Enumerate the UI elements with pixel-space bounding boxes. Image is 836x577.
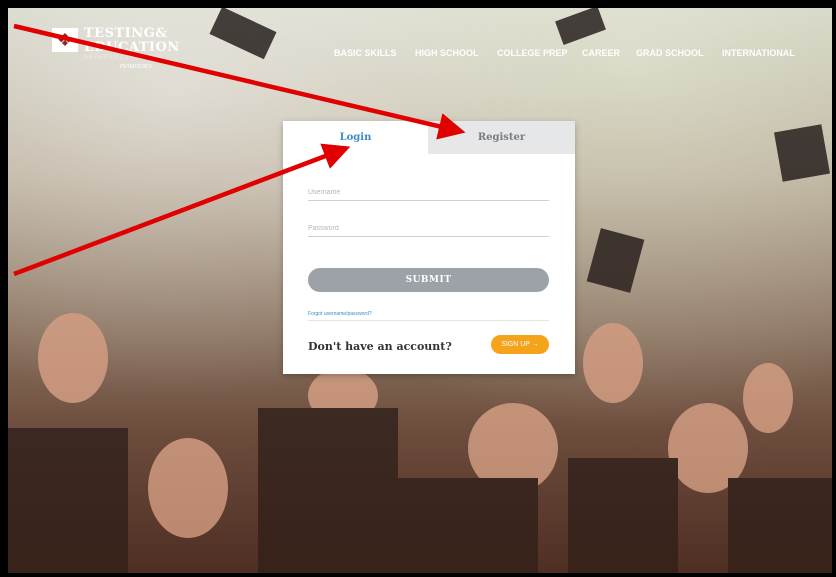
no-account-text: Don't have an account? <box>308 340 452 353</box>
testing-education-logo[interactable]: ❖ TESTING& EDUCATION REFERENCE CENTER PE… <box>52 26 182 70</box>
username-input[interactable] <box>308 184 549 201</box>
screenshot-frame: ❖ TESTING& EDUCATION REFERENCE CENTER PE… <box>0 0 836 577</box>
logo-text-line3: REFERENCE CENTER <box>84 55 164 61</box>
logo-text-line1: TESTING& <box>84 26 168 41</box>
nav-high-school[interactable]: HIGH SCHOOL <box>415 48 479 58</box>
nav-basic-skills[interactable]: BASIC SKILLS <box>334 48 397 58</box>
nav-grad-school[interactable]: GRAD SCHOOL <box>636 48 704 58</box>
login-card: Login Register SUBMIT Forgot username/pa… <box>283 121 575 374</box>
sign-up-button[interactable]: SIGN UP → <box>491 335 549 354</box>
submit-button[interactable]: SUBMIT <box>308 268 549 292</box>
nav-career[interactable]: CAREER <box>582 48 620 58</box>
logo-text-line4: PETERSON'S <box>120 64 152 70</box>
login-register-tabs: Login Register <box>283 121 575 154</box>
nav-international[interactable]: INTERNATIONAL <box>722 48 795 58</box>
tab-login[interactable]: Login <box>283 121 428 154</box>
logo-text-line2: EDUCATION <box>84 40 180 55</box>
password-input[interactable] <box>308 220 549 237</box>
forgot-credentials-link[interactable]: Forgot username/password? <box>308 311 372 317</box>
tree-icon: ❖ <box>52 28 78 52</box>
divider <box>308 320 549 321</box>
tab-register[interactable]: Register <box>428 121 575 154</box>
nav-college-prep[interactable]: COLLEGE PREP <box>497 48 568 58</box>
